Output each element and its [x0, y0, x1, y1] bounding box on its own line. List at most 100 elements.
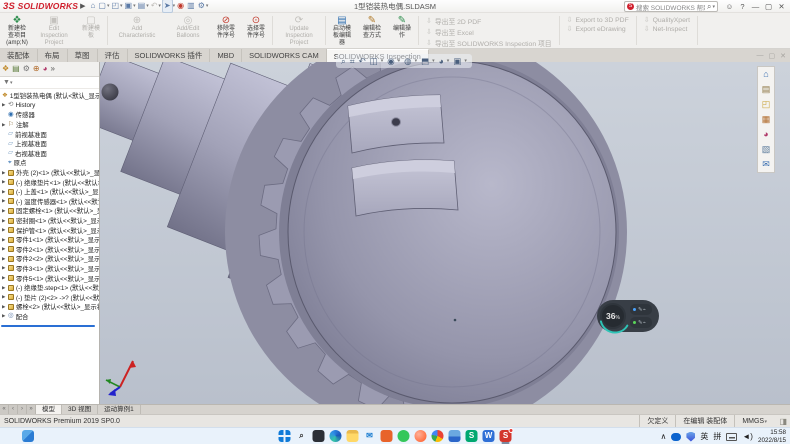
start-button[interactable] — [279, 430, 291, 442]
ime-pinyin-indicator[interactable]: 拼 — [713, 428, 721, 444]
touch-keyboard-icon[interactable] — [726, 433, 737, 441]
search-button[interactable]: ⌕ — [296, 430, 308, 442]
add-edit-balloons-button[interactable]: ◎Add/EditBalloons — [165, 14, 211, 47]
custom-properties-icon[interactable]: ▧ — [762, 144, 771, 155]
scene-icon[interactable]: ▣ — [453, 54, 461, 68]
tree-filter-row[interactable]: ▼ ▾ — [0, 77, 99, 89]
ime-lang-indicator[interactable]: 英 — [700, 428, 708, 444]
units-dropdown-icon[interactable]: ▾ — [763, 419, 767, 425]
select-balloons-button[interactable]: ⊙选择零件序号 — [241, 14, 271, 47]
open-icon[interactable]: ◰ — [110, 0, 120, 12]
panel-tabs-overflow[interactable]: » — [50, 62, 54, 76]
flange-face[interactable] — [288, 62, 616, 403]
tab-solidworks-cam[interactable]: SOLIDWORKS CAM — [242, 49, 327, 62]
tree-item[interactable]: ▶(-) 上盖<1> (默认<<默认>_显示状 — [0, 187, 99, 197]
tree-item[interactable]: ❖1型铠装热电偶 (默认<默认_显示状态-1 — [0, 91, 99, 101]
tree-item[interactable]: ▶外壳 (2)<1> (默认<<默认>_显示状 — [0, 168, 99, 178]
edge-browser-icon[interactable] — [330, 430, 342, 442]
app-blue-w[interactable]: W — [483, 430, 495, 442]
doc-tab-nav-4[interactable]: » — [27, 405, 36, 414]
doc-tab-3D-视图[interactable]: 3D 视图 — [62, 405, 98, 414]
filter-dropdown-icon[interactable]: ▾ — [10, 80, 13, 86]
appearances-dropdown-icon[interactable]: ▾ — [447, 58, 450, 64]
save-icon[interactable]: ▣ — [124, 0, 134, 12]
doc-close-icon[interactable]: ✕ — [780, 52, 786, 60]
search-input[interactable]: 搜索 SOLIDWORKS 帮助 — [636, 2, 705, 12]
security-shield-icon[interactable] — [686, 432, 695, 442]
search-box[interactable]: S 搜索 SOLIDWORKS 帮助 ⌕ ▾ — [624, 1, 718, 12]
search-icon[interactable]: ⌕ — [707, 2, 711, 12]
select-arrow-dropdown-icon[interactable]: ▾ — [173, 3, 176, 9]
new-document-dropdown-icon[interactable]: ▾ — [107, 3, 110, 9]
section-view-dropdown-icon[interactable]: ▾ — [381, 58, 384, 64]
save-dropdown-icon[interactable]: ▾ — [133, 3, 136, 9]
print-icon[interactable]: ▤ — [137, 0, 147, 12]
tray-expand-icon[interactable]: ∧ — [661, 428, 667, 444]
tree-item[interactable]: ▶零件2<2> (默认<<默认>_显示状态 — [0, 254, 99, 264]
widgets-button[interactable] — [22, 430, 34, 442]
zoom-overlay-widget[interactable]: 36 % ✎⌁ ✎⌁ — [597, 300, 659, 332]
widget-button-top[interactable]: ✎⌁ — [630, 304, 652, 315]
app-green-s[interactable]: S — [466, 430, 478, 442]
model-3d[interactable] — [100, 62, 790, 404]
sketch-point[interactable] — [454, 319, 457, 322]
tree-item[interactable]: ▶零件2<1> (默认<<默认>_显示状态 — [0, 245, 99, 255]
solidworks-app-icon[interactable]: S — [500, 430, 512, 442]
doc-tab-运动算例1[interactable]: 运动算例1 — [98, 405, 141, 414]
tree-item[interactable]: ▶⟲History — [0, 101, 99, 111]
qualityxpert-button[interactable]: ⇩QualityXpert — [644, 16, 690, 24]
task-app-dark[interactable] — [313, 430, 325, 442]
edit-inspection-methods-button[interactable]: ✎编辑检查方式 — [357, 14, 387, 47]
app-green-circle[interactable] — [398, 430, 410, 442]
tree-item[interactable]: ⌖原点 — [0, 158, 99, 168]
displaymanager-tab[interactable]: ◕ — [43, 62, 48, 76]
doc-tab-nav-3[interactable]: › — [18, 405, 27, 414]
tree-item[interactable]: ▶零件3<1> (默认<<默认>_显示状态 — [0, 264, 99, 274]
logo-collapse-arrow-icon[interactable]: ▶ — [80, 2, 85, 10]
net-inspect-button[interactable]: ⇩Net-Inspect — [644, 25, 690, 33]
chrome-browser-icon[interactable] — [432, 430, 444, 442]
app-monitor-blue[interactable] — [449, 430, 461, 442]
tab-solidworks-插件[interactable]: SOLIDWORKS 插件 — [128, 49, 211, 62]
zoom-area-icon[interactable]: ⌗ — [350, 54, 355, 68]
options-icon[interactable]: ⚙ — [197, 0, 206, 12]
appearances-scenes-icon[interactable]: ◕ — [763, 129, 768, 140]
tree-item[interactable]: ▶零件1<1> (默认<<默认>_显示状态 — [0, 235, 99, 245]
new-inspection-project-button[interactable]: ❖新建检查项目(amp;N) — [2, 14, 32, 47]
configurationmanager-tab[interactable]: ⚙ — [23, 62, 30, 76]
hide-show-items-dropdown-icon[interactable]: ▾ — [398, 58, 401, 64]
tree-item[interactable]: ▶零件5<1> (默认<<默认>_显示状态 — [0, 273, 99, 283]
taskbar-clock[interactable]: 15:58 2022/8/15 — [758, 429, 786, 444]
tree-item[interactable]: ▶(-) 绝缘垫.step<1> (默认<<默认> — [0, 283, 99, 293]
tab-装配体[interactable]: 装配体 — [0, 49, 38, 62]
launch-template-editor-button[interactable]: ▤启动模板编辑器 — [327, 14, 357, 47]
display-style-icon[interactable]: ◍ — [404, 54, 411, 68]
widget-button-bottom[interactable]: ✎⌁ — [630, 317, 652, 328]
tree-item[interactable]: ▱右视基准面 — [0, 149, 99, 159]
edit-operations-button[interactable]: ✎编辑操作 — [387, 14, 417, 47]
undo-icon[interactable]: ↶ — [150, 0, 159, 12]
rollback-bar[interactable] — [1, 325, 95, 327]
update-inspection-project-button[interactable]: ⟳UpdateInspectionProject — [274, 14, 324, 47]
design-library-icon[interactable]: ▤ — [762, 84, 771, 95]
tree-item[interactable]: ▶螺栓<2> (默认<<默认>_显示状态 — [0, 302, 99, 312]
file-explorer-app[interactable] — [347, 430, 359, 442]
tree-item[interactable]: ▶固定螺栓<1> (默认<<默认>_显示 — [0, 206, 99, 216]
tab-布局[interactable]: 布局 — [38, 49, 68, 62]
doc-minimize-icon[interactable]: — — [757, 52, 764, 59]
remove-balloons-button[interactable]: ⊘移除零件序号 — [211, 14, 241, 47]
view-orientation-icon[interactable]: ⬒ — [421, 54, 429, 68]
tree-item[interactable]: ▶保护管<1> (默认<<默认>_显示状 — [0, 225, 99, 235]
tree-item[interactable]: ◉传感器 — [0, 110, 99, 120]
onedrive-icon[interactable] — [671, 433, 681, 441]
shaft-end-cap[interactable] — [102, 84, 119, 101]
hide-show-items-icon[interactable]: ◉ — [387, 54, 394, 68]
appearances-icon[interactable]: ◕ — [439, 54, 444, 68]
featuremanager-tree-tab[interactable]: ❖ — [2, 62, 9, 76]
rebuild-icon[interactable]: ◉ — [176, 0, 185, 12]
solidworks-resources-icon[interactable]: ⌂ — [763, 69, 768, 80]
propertymanager-tab[interactable]: ▤ — [12, 62, 20, 76]
file-explorer-icon[interactable]: ◰ — [762, 99, 771, 110]
block-hole[interactable] — [392, 118, 401, 126]
tab-草图[interactable]: 草图 — [68, 49, 98, 62]
